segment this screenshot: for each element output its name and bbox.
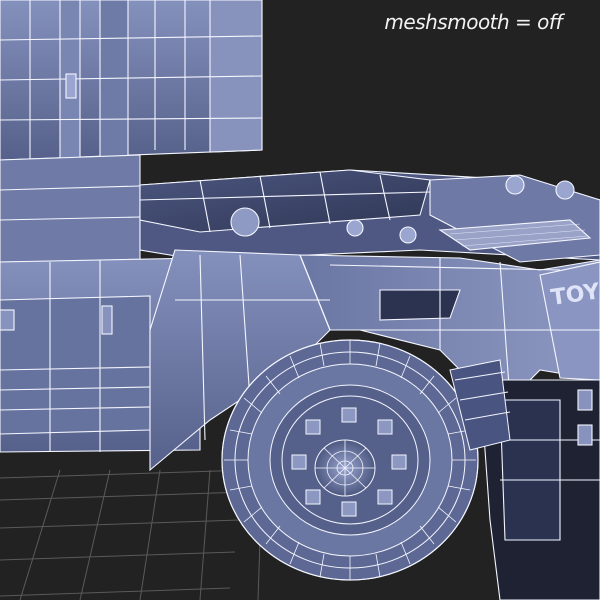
forklift-wireframe-render: TOYO (0, 0, 600, 600)
engine-hood (139, 169, 600, 263)
3d-viewport[interactable]: TOYO meshsmooth = off (0, 0, 600, 600)
meshsmooth-status-label: meshsmooth = off (384, 10, 562, 34)
front-wheel (221, 339, 479, 581)
